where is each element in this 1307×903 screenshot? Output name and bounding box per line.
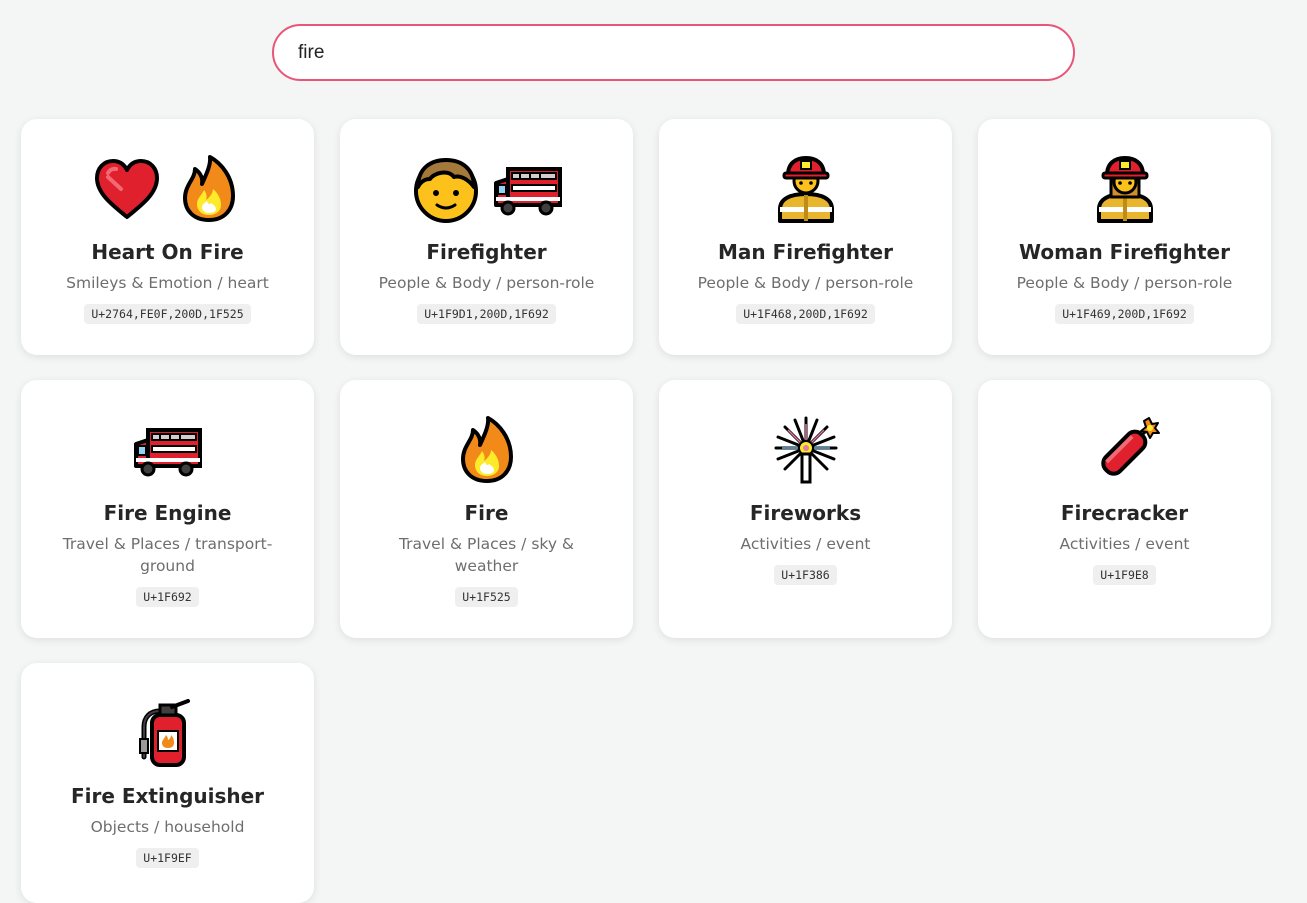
heart-icon <box>94 159 159 219</box>
card-category: Activities / event <box>740 535 871 553</box>
card-category: Smileys & Emotion / heart <box>66 274 269 292</box>
emoji-card-firefighter[interactable]: Firefighter People & Body / person-role … <box>340 119 633 355</box>
fire-extinguisher-icon <box>138 699 190 767</box>
firecracker-icon <box>1100 417 1160 476</box>
card-codepoint: U+2764,FE0F,200D,1F525 <box>84 304 251 324</box>
card-category: Objects / household <box>90 818 245 836</box>
fireworks-icon <box>774 416 837 484</box>
emoji-card-heart-on-fire[interactable]: Heart On Fire Smileys & Emotion / heart … <box>21 119 314 355</box>
card-title: Woman Firefighter <box>1019 240 1230 264</box>
emoji-card-firecracker[interactable]: Firecracker Activities / event U+1F9E8 <box>978 380 1271 638</box>
emoji-preview <box>770 414 842 486</box>
search-bar <box>272 24 1075 81</box>
card-title: Fireworks <box>749 501 862 525</box>
emoji-preview <box>410 153 564 225</box>
card-title: Fire Engine <box>103 501 232 525</box>
emoji-card-fire[interactable]: Fire Travel & Places / sky & weather U+1… <box>340 380 633 638</box>
emoji-card-fire-engine[interactable]: Fire Engine Travel & Places / transport-… <box>21 380 314 638</box>
card-codepoint: U+1F525 <box>455 587 518 607</box>
card-title: Man Firefighter <box>718 240 893 264</box>
man-firefighter-icon <box>777 156 834 223</box>
card-category: People & Body / person-role <box>697 274 914 292</box>
card-title: Fire Extinguisher <box>70 784 265 808</box>
card-category: Travel & Places / transport-ground <box>62 535 273 575</box>
card-title: Heart On Fire <box>91 240 244 264</box>
card-codepoint: U+1F468,200D,1F692 <box>736 304 875 324</box>
emoji-preview <box>770 153 842 225</box>
emoji-card-fireworks[interactable]: Fireworks Activities / event U+1F386 <box>659 380 952 638</box>
fire-engine-icon <box>133 428 202 477</box>
card-category: People & Body / person-role <box>1016 274 1233 292</box>
fire-engine-icon <box>493 167 562 216</box>
fire-icon <box>460 416 513 483</box>
emoji-preview <box>451 414 523 486</box>
emoji-preview <box>91 153 245 225</box>
emoji-card-man-firefighter[interactable]: Man Firefighter People & Body / person-r… <box>659 119 952 355</box>
card-title: Firefighter <box>426 240 547 264</box>
emoji-preview <box>1089 414 1161 486</box>
card-category: People & Body / person-role <box>378 274 595 292</box>
emoji-card-woman-firefighter[interactable]: Woman Firefighter People & Body / person… <box>978 119 1271 355</box>
woman-firefighter-icon <box>1096 156 1153 223</box>
emoji-preview <box>132 697 204 769</box>
card-codepoint: U+1F386 <box>774 565 837 585</box>
card-category: Activities / event <box>1059 535 1190 553</box>
card-codepoint: U+1F692 <box>136 587 199 607</box>
card-codepoint: U+1F9E8 <box>1093 565 1156 585</box>
card-category: Travel & Places / sky & weather <box>398 535 575 575</box>
card-title: Fire <box>464 501 509 525</box>
search-input[interactable] <box>272 24 1075 81</box>
card-codepoint: U+1F469,200D,1F692 <box>1055 304 1194 324</box>
fire-icon <box>182 155 235 222</box>
card-title: Firecracker <box>1060 501 1189 525</box>
card-codepoint: U+1F9EF <box>136 848 199 868</box>
emoji-grid: Heart On Fire Smileys & Emotion / heart … <box>21 119 1271 903</box>
emoji-preview <box>132 414 204 486</box>
person-face-icon <box>413 158 478 223</box>
card-codepoint: U+1F9D1,200D,1F692 <box>417 304 556 324</box>
emoji-preview <box>1089 153 1161 225</box>
emoji-card-fire-extinguisher[interactable]: Fire Extinguisher Objects / household U+… <box>21 663 314 903</box>
